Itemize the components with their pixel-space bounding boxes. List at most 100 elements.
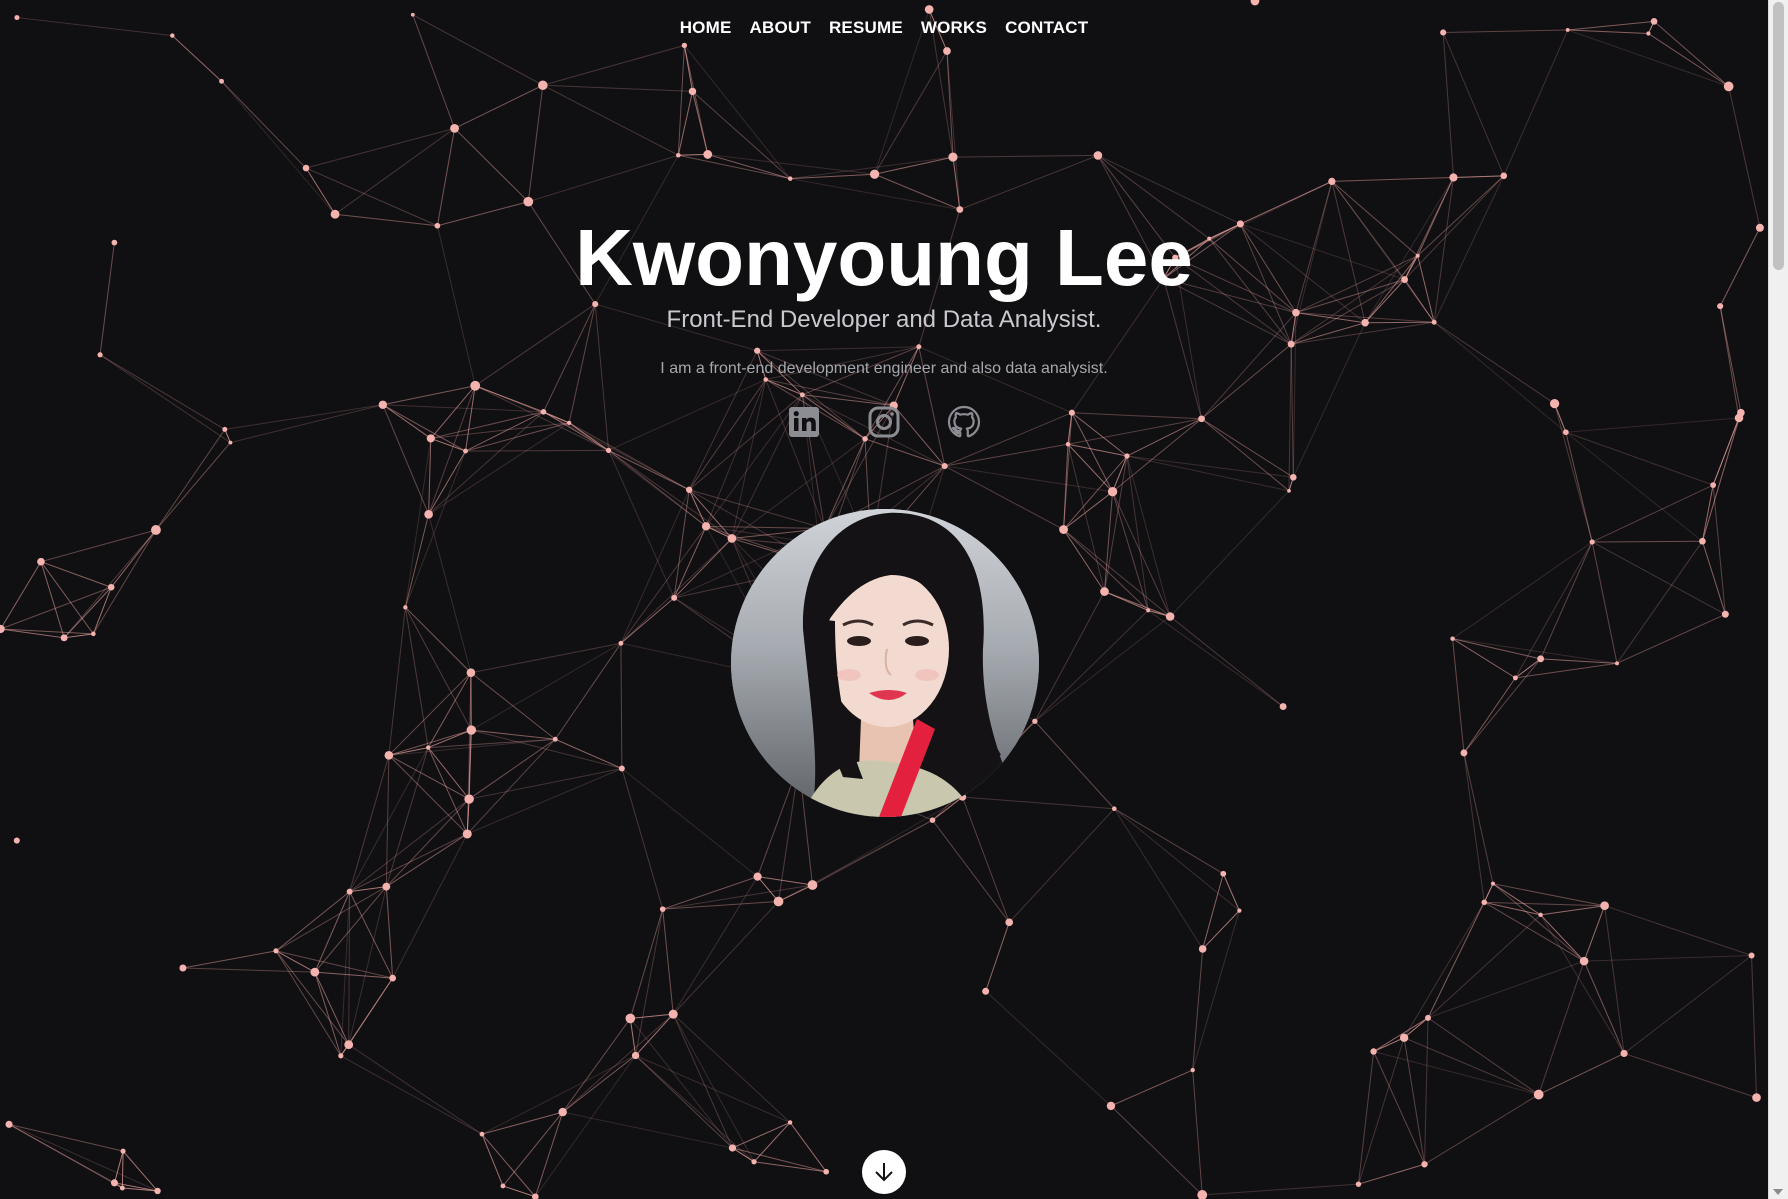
network-link [944, 465, 1113, 493]
network-node [1723, 81, 1734, 92]
network-link [1008, 808, 1115, 923]
network-node [1370, 1048, 1377, 1055]
network-link [684, 45, 791, 179]
network-node [389, 974, 397, 982]
network-link [1113, 808, 1204, 950]
network-link [629, 909, 664, 1019]
network-link [562, 1013, 674, 1113]
network-link [471, 642, 622, 731]
network-link [534, 1055, 636, 1198]
network-link [678, 153, 708, 156]
nav-about[interactable]: ABOUT [750, 16, 811, 40]
network-link [1104, 591, 1149, 611]
network-node [1124, 453, 1130, 459]
network-link [1063, 455, 1128, 530]
nav-resume[interactable]: RESUME [829, 16, 903, 40]
profile-photo-illustration [731, 509, 1039, 817]
network-link [1403, 1037, 1539, 1096]
network-node [13, 837, 20, 844]
network-node [500, 1183, 506, 1189]
network-link [314, 971, 342, 1056]
network-node [924, 5, 934, 14]
scroll-down-button[interactable] [862, 1150, 906, 1194]
page-scrollbar[interactable] [1768, 0, 1788, 1199]
network-link [1484, 901, 1541, 916]
network-node [753, 872, 762, 881]
network-node [787, 1120, 793, 1125]
network-link [959, 154, 1099, 210]
network-link [428, 450, 466, 515]
network-link [454, 128, 529, 203]
network-node [1355, 1181, 1362, 1187]
network-link [275, 891, 350, 952]
network-node [676, 152, 681, 158]
network-link [428, 514, 472, 673]
network-link [1358, 1037, 1405, 1185]
github-link[interactable] [944, 402, 984, 442]
network-node [1165, 612, 1175, 621]
nav-works[interactable]: WORKS [921, 16, 987, 40]
nav-contact[interactable]: CONTACT [1005, 16, 1088, 40]
network-link [662, 900, 779, 910]
scrollbar-down-arrow[interactable] [1773, 1189, 1783, 1195]
network-link [692, 91, 791, 180]
network-link [275, 950, 342, 1057]
network-link [1403, 902, 1485, 1039]
network-node [552, 736, 558, 742]
network-link [944, 443, 1069, 467]
network-link [340, 1055, 483, 1135]
network-link [874, 173, 961, 210]
linkedin-link[interactable] [784, 402, 824, 442]
network-link [1623, 1052, 1757, 1099]
network-node [1190, 1067, 1195, 1073]
network-node [685, 486, 693, 493]
network-link [92, 587, 112, 635]
network-link [952, 154, 1098, 158]
network-link [790, 173, 875, 180]
network-node [807, 880, 818, 890]
network-link [1292, 322, 1366, 478]
nav-home[interactable]: HOME [680, 16, 732, 40]
network-link [1484, 901, 1605, 907]
network-link [542, 84, 679, 156]
network-link [1592, 540, 1703, 543]
network-link [635, 909, 664, 1056]
instagram-link[interactable] [864, 402, 904, 442]
network-node [0, 624, 5, 634]
network-node [982, 987, 990, 995]
network-link [349, 798, 470, 893]
network-link [385, 747, 429, 887]
network-link [8, 1123, 124, 1152]
network-link [388, 754, 468, 835]
network-link [1358, 1163, 1425, 1185]
network-link [388, 754, 470, 800]
network-link [305, 167, 336, 215]
network-node [1279, 703, 1287, 711]
network-link [1538, 960, 1585, 1095]
network-link [962, 796, 1115, 810]
network-link [405, 606, 472, 674]
network-node [1710, 482, 1716, 488]
network-node [1146, 608, 1151, 613]
network-node [869, 169, 880, 179]
network-link [1540, 658, 1618, 664]
network-node [1399, 1033, 1409, 1042]
network-link [688, 489, 733, 539]
network-link [392, 833, 468, 979]
network-link [672, 901, 779, 1015]
network-node [1107, 487, 1118, 497]
network-node [929, 817, 936, 823]
network-node [1533, 1089, 1544, 1100]
network-node [107, 583, 115, 591]
network-link [1452, 638, 1465, 753]
network-link [608, 450, 675, 599]
network-node [382, 882, 391, 891]
scrollbar-thumb[interactable] [1773, 2, 1784, 270]
network-link [1463, 752, 1494, 884]
network-node [703, 150, 713, 159]
network-link [608, 449, 733, 539]
network-link [465, 449, 609, 452]
network-link [113, 1151, 124, 1183]
arrow-down-icon [875, 1163, 893, 1182]
network-link [1463, 677, 1516, 754]
